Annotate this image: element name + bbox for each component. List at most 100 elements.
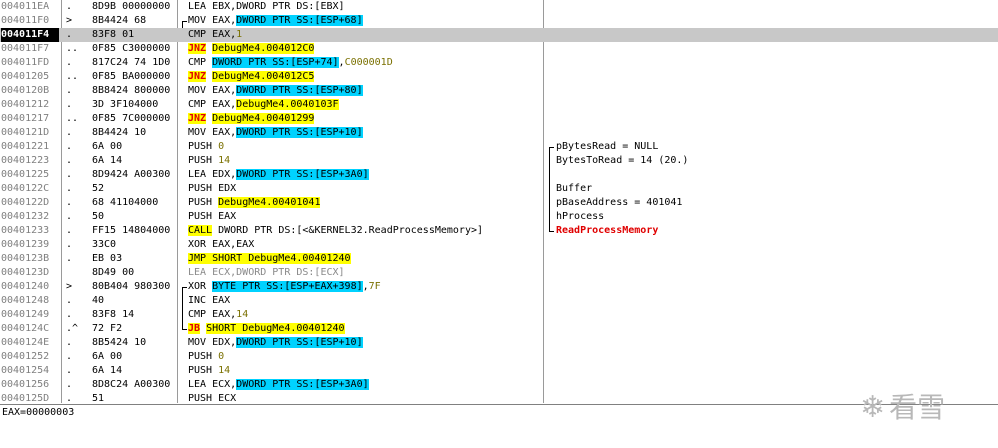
hex-bytes-cell: 83F8 14 [92, 309, 135, 320]
instruction-token: PUSH [188, 351, 219, 362]
jump-marker: . [66, 197, 73, 208]
instruction-cell: MOV EAX,DWORD PTR SS:[ESP+10] [188, 126, 363, 140]
instruction-cell: MOV EAX,DWORD PTR SS:[ESP+68] [188, 14, 363, 28]
instruction-token: MOV EAX, [188, 85, 237, 96]
code-row[interactable]: 0040122C. 52 PUSH EDX Buffer [0, 182, 998, 196]
code-row[interactable]: 0040124E. 8B5424 10 MOV EDX,DWORD PTR SS:[… [0, 336, 998, 350]
code-row[interactable]: 004011FD. 817C24 74 1D0 CMP DWORD PTR SS:[… [0, 56, 998, 70]
jump-marker: . [66, 85, 73, 96]
address-cell: 0040123D [1, 267, 50, 278]
code-row[interactable]: 00401221. 6A 00 PUSH 0 pBytesRead = NULL [0, 140, 998, 155]
hex-bytes-cell: 68 41104000 [92, 197, 159, 208]
instruction-token: LEA ECX, [188, 379, 237, 390]
instruction-cell: LEA ECX,DWORD PTR DS:[ECX] [188, 266, 345, 280]
instruction-token: XOR EAX,EAX [188, 239, 255, 250]
code-row[interactable]: 0040122D. 68 41104000 PUSH DebugMe4.004010… [0, 196, 998, 210]
hex-bytes-cell: 8D8C24 A00300 [92, 379, 171, 390]
hex-bytes-cell: 52 [92, 183, 105, 194]
hex-bytes-cell: 0F85 BA000000 [92, 71, 171, 82]
call-arg-bracket [549, 168, 554, 182]
jump-marker: . [66, 99, 73, 110]
instruction-token: LEA EBX,DWORD PTR DS:[EBX] [188, 1, 345, 12]
jump-marker: .. [66, 71, 79, 82]
instruction-token: BYTE PTR SS:[ESP+EAX+398] [212, 281, 363, 292]
code-row[interactable]: 0040120B. 8B8424 800000 MOV EAX,DWORD PTR … [0, 84, 998, 98]
instruction-token: DebugMe4.00401041 [218, 197, 321, 208]
code-row[interactable]: 004011F7.. 0F85 C3000000 JNZ DebugMe4.0040… [0, 42, 998, 56]
instruction-token: LEA EDX, [188, 169, 237, 180]
code-row[interactable]: 004011F0 >8B4424 68 MOV EAX,DWORD PTR SS:[… [0, 14, 998, 29]
code-row[interactable]: 00401249. 83F8 14 CMP EAX,14 [0, 308, 998, 322]
instruction-token: MOV EDX, [188, 337, 237, 348]
instruction-cell: INC EAX [188, 294, 230, 308]
code-row[interactable]: 0040123D 8D49 00 LEA ECX,DWORD PTR DS:[ECX… [0, 266, 998, 280]
comment-token: pBytesRead = NULL [556, 141, 659, 152]
instruction-cell: CMP EAX,DebugMe4.0040103F [188, 98, 339, 112]
hex-bytes-cell: 83F8 01 [92, 29, 135, 40]
watermark: ❄ 看雪 [860, 383, 990, 433]
instruction-cell: JNZ DebugMe4.004012C0 [188, 42, 315, 56]
code-row[interactable]: 004011EA. 8D9B 00000000 LEA EBX,DWORD PTR … [0, 0, 998, 14]
code-row[interactable]: 0040121D. 8B4424 10 MOV EAX,DWORD PTR SS:[… [0, 126, 998, 140]
code-row[interactable]: 004011F4. 83F8 01 CMP EAX,1 [0, 28, 998, 42]
code-row[interactable]: 00401212. 3D 3F104000 CMP EAX,DebugMe4.004… [0, 98, 998, 112]
code-row[interactable]: 00401256. 8D8C24 A00300 LEA ECX,DWORD PTR … [0, 378, 998, 392]
code-row[interactable]: 00401223. 6A 14 PUSH 14 BytesToRead = 14 (2… [0, 154, 998, 168]
disassembly-pane[interactable]: 004011EA. 8D9B 00000000 LEA EBX,DWORD PTR … [0, 0, 998, 403]
instruction-token: PUSH ECX [188, 393, 237, 403]
code-row[interactable]: 00401232. 50 PUSH EAX hProcess [0, 210, 998, 224]
instruction-cell: CMP EAX,1 [188, 28, 242, 42]
code-row[interactable]: 00401239. 33C0 XOR EAX,EAX [0, 238, 998, 252]
hex-bytes-cell: 72 F2 [92, 323, 123, 334]
instruction-token: 14 [218, 155, 231, 166]
address-cell: 00401248 [1, 295, 50, 306]
instruction-token: PUSH [188, 197, 219, 208]
address-cell: 00401205 [1, 71, 50, 82]
instruction-token: CMP EAX, [188, 99, 237, 110]
status-text: EAX=00000003 [2, 407, 75, 418]
code-row[interactable]: 00401248. 40 INC EAX [0, 294, 998, 308]
instruction-token: CMP EAX, [188, 309, 237, 320]
call-arg-bracket [549, 154, 554, 168]
code-row[interactable]: 00401252. 6A 00 PUSH 0 [0, 350, 998, 364]
comment-cell: hProcess [556, 210, 604, 224]
hex-bytes-cell: 51 [92, 393, 105, 403]
jump-marker: . [66, 379, 73, 390]
address-cell: 004011F4 [1, 28, 59, 42]
jump-marker: . [66, 29, 73, 40]
code-row[interactable]: 00401217.. 0F85 7C000000 JNZ DebugMe4.0040… [0, 112, 998, 126]
code-row[interactable]: 0040125D. 51 PUSH ECX [0, 392, 998, 403]
instruction-token: DWORD PTR SS:[ESP+3A0] [236, 169, 369, 180]
instruction-cell: PUSH ECX [188, 392, 236, 403]
code-row[interactable]: 0040123B. EB 03 JMP SHORT DebugMe4.0040124… [0, 252, 998, 266]
loop-bracket [182, 294, 187, 308]
comment-cell: Buffer [556, 182, 592, 196]
instruction-token: 1 [236, 29, 243, 40]
hex-bytes-cell: 8B5424 10 [92, 337, 147, 348]
code-row[interactable]: 00401233. FF15 14804000 CALL DWORD PTR DS:… [0, 224, 998, 238]
address-cell: 00401212 [1, 99, 50, 110]
instruction-cell: LEA EBX,DWORD PTR DS:[EBX] [188, 0, 345, 14]
code-row[interactable]: 0040124C .^ 72 F2 JB SHORT DebugMe4.0040124… [0, 322, 998, 336]
code-row[interactable]: 00401205.. 0F85 BA000000 JNZ DebugMe4.0040… [0, 70, 998, 84]
code-row[interactable]: 00401240 >80B404 980300 XOR BYTE PTR SS:[E… [0, 280, 998, 295]
instruction-cell: MOV EDX,DWORD PTR SS:[ESP+10] [188, 336, 363, 350]
hex-bytes-cell: 80B404 980300 [92, 281, 171, 292]
code-row[interactable]: 00401254. 6A 14 PUSH 14 [0, 364, 998, 378]
instruction-cell: MOV EAX,DWORD PTR SS:[ESP+80] [188, 84, 363, 98]
instruction-cell: PUSH 0 [188, 140, 224, 154]
instruction-cell: JMP SHORT DebugMe4.00401240 [188, 252, 351, 266]
call-arg-bracket [549, 210, 554, 224]
instruction-cell: LEA ECX,DWORD PTR SS:[ESP+3A0] [188, 378, 369, 392]
jump-marker: . [66, 295, 73, 306]
instruction-cell: PUSH EAX [188, 210, 236, 224]
comment-token: pBaseAddress = 401041 [556, 197, 683, 208]
call-arg-bracket [549, 182, 554, 196]
address-cell: 00401254 [1, 365, 50, 376]
comment-cell: ReadProcessMemory [556, 224, 658, 238]
instruction-token: DWORD PTR SS:[ESP+10] [236, 337, 363, 348]
code-row[interactable]: 00401225. 8D9424 A00300 LEA EDX,DWORD PTR … [0, 168, 998, 182]
instruction-token: DebugMe4.0040103F [236, 99, 339, 110]
jump-marker: > [66, 281, 73, 292]
instruction-cell: PUSH DebugMe4.00401041 [188, 196, 321, 210]
